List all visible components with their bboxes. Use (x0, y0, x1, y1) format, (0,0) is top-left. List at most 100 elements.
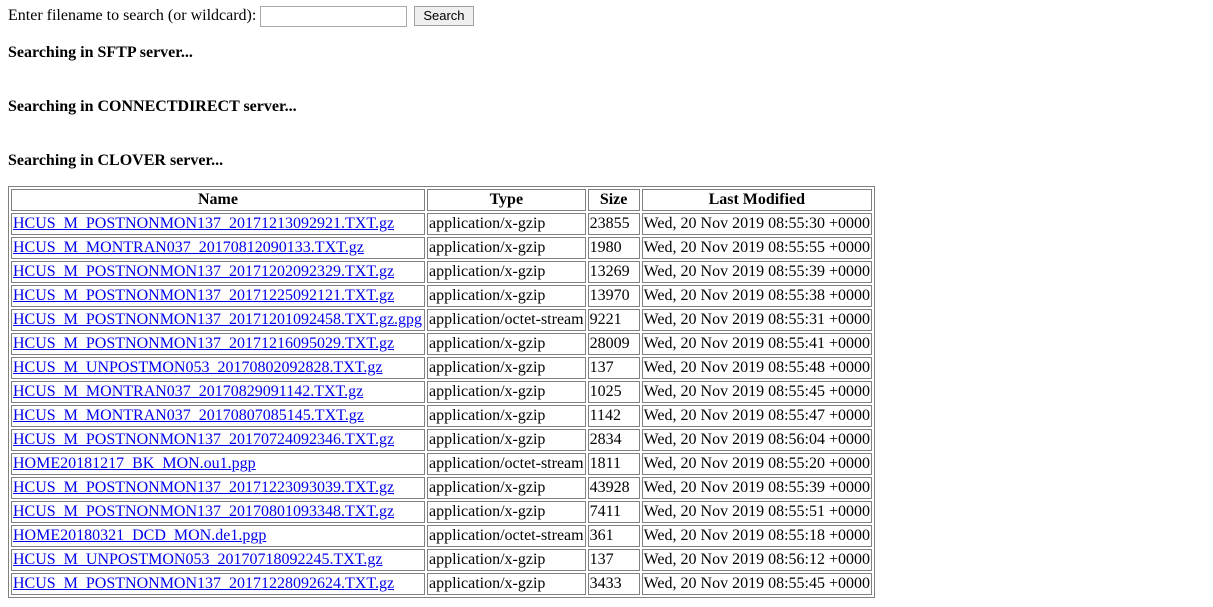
cell-size: 13269 (587, 261, 640, 283)
cell-size: 2834 (587, 429, 640, 451)
cell-type: application/x-gzip (427, 213, 586, 235)
cell-last-modified: Wed, 20 Nov 2019 08:55:51 +0000 (641, 501, 872, 523)
file-link[interactable]: HCUS_M_POSTNONMON137_20171228092624.TXT.… (13, 575, 394, 592)
table-row: HOME20180321_DCD_MON.de1.pgp application/… (11, 525, 872, 547)
cell-last-modified: Wed, 20 Nov 2019 08:55:30 +0000 (641, 213, 872, 235)
table-row: HCUS_M_POSTNONMON137_20171202092329.TXT.… (11, 261, 872, 283)
cell-size: 1980 (587, 237, 640, 259)
file-link[interactable]: HCUS_M_POSTNONMON137_20171202092329.TXT.… (13, 263, 394, 280)
search-row: Enter filename to search (or wildcard): … (8, 4, 474, 28)
cell-last-modified: Wed, 20 Nov 2019 08:56:12 +0000 (641, 549, 872, 571)
cell-size: 13970 (587, 285, 640, 307)
cell-name: HCUS_M_POSTNONMON137_20171202092329.TXT.… (11, 261, 425, 283)
cell-name: HCUS_M_MONTRAN037_20170829091142.TXT.gz (11, 381, 425, 403)
cell-name: HOME20181217_BK_MON.ou1.pgp (11, 453, 425, 475)
table-row: HCUS_M_POSTNONMON137_20171216095029.TXT.… (11, 333, 872, 355)
cell-type: application/x-gzip (427, 261, 586, 283)
file-link[interactable]: HOME20181217_BK_MON.ou1.pgp (13, 455, 256, 472)
file-link[interactable]: HCUS_M_POSTNONMON137_20171201092458.TXT.… (13, 311, 422, 328)
table-row: HCUS_M_POSTNONMON137_20171228092624.TXT.… (11, 573, 872, 595)
search-label: Enter filename to search (or wildcard): (8, 7, 257, 24)
cell-last-modified: Wed, 20 Nov 2019 08:55:31 +0000 (641, 309, 872, 331)
file-link[interactable]: HCUS_M_MONTRAN037_20170829091142.TXT.gz (13, 383, 363, 400)
header-last-modified: Last Modified (641, 189, 872, 211)
cell-name: HCUS_M_POSTNONMON137_20170801093348.TXT.… (11, 501, 425, 523)
file-link[interactable]: HCUS_M_UNPOSTMON053_20170718092245.TXT.g… (13, 551, 383, 568)
file-link[interactable]: HCUS_M_MONTRAN037_20170812090133.TXT.gz (13, 239, 364, 256)
cell-type: application/x-gzip (427, 573, 586, 595)
file-link[interactable]: HCUS_M_UNPOSTMON053_20170802092828.TXT.g… (13, 359, 383, 376)
cell-name: HCUS_M_POSTNONMON137_20171228092624.TXT.… (11, 573, 425, 595)
cell-last-modified: Wed, 20 Nov 2019 08:55:45 +0000 (641, 381, 872, 403)
cell-last-modified: Wed, 20 Nov 2019 08:55:55 +0000 (641, 237, 872, 259)
file-link[interactable]: HCUS_M_POSTNONMON137_20171225092121.TXT.… (13, 287, 394, 304)
cell-type: application/x-gzip (427, 333, 586, 355)
cell-last-modified: Wed, 20 Nov 2019 08:55:45 +0000 (641, 573, 872, 595)
cell-type: application/x-gzip (427, 237, 586, 259)
cell-size: 43928 (587, 477, 640, 499)
file-link[interactable]: HCUS_M_POSTNONMON137_20171213092921.TXT.… (13, 215, 394, 232)
cell-name: HCUS_M_UNPOSTMON053_20170802092828.TXT.g… (11, 357, 425, 379)
cell-name: HCUS_M_POSTNONMON137_20170724092346.TXT.… (11, 429, 425, 451)
results-table: Name Type Size Last Modified HCUS_M_POST… (8, 186, 875, 598)
cell-last-modified: Wed, 20 Nov 2019 08:55:20 +0000 (641, 453, 872, 475)
cell-last-modified: Wed, 20 Nov 2019 08:56:04 +0000 (641, 429, 872, 451)
file-link[interactable]: HCUS_M_POSTNONMON137_20170724092346.TXT.… (13, 431, 394, 448)
cell-type: application/octet-stream (427, 453, 586, 475)
cell-type: application/x-gzip (427, 357, 586, 379)
file-link[interactable]: HOME20180321_DCD_MON.de1.pgp (13, 527, 266, 544)
cell-type: application/x-gzip (427, 501, 586, 523)
cell-last-modified: Wed, 20 Nov 2019 08:55:41 +0000 (641, 333, 872, 355)
search-input[interactable] (260, 5, 408, 27)
cell-size: 23855 (587, 213, 640, 235)
cell-last-modified: Wed, 20 Nov 2019 08:55:47 +0000 (641, 405, 872, 427)
status-sftp: Searching in SFTP server... (8, 44, 193, 61)
cell-name: HCUS_M_POSTNONMON137_20171213092921.TXT.… (11, 213, 425, 235)
cell-name: HCUS_M_POSTNONMON137_20171223093039.TXT.… (11, 477, 425, 499)
table-row: HCUS_M_MONTRAN037_20170807085145.TXT.gz a… (11, 405, 872, 427)
status-connectdirect: Searching in CONNECTDIRECT server... (8, 98, 297, 115)
status-clover: Searching in CLOVER server... (8, 152, 224, 169)
header-type: Type (427, 189, 586, 211)
cell-size: 361 (587, 525, 640, 547)
cell-size: 9221 (587, 309, 640, 331)
cell-size: 137 (587, 357, 640, 379)
file-link[interactable]: HCUS_M_MONTRAN037_20170807085145.TXT.gz (13, 407, 364, 424)
cell-type: application/x-gzip (427, 477, 586, 499)
table-row: HCUS_M_POSTNONMON137_20171223093039.TXT.… (11, 477, 872, 499)
file-link[interactable]: HCUS_M_POSTNONMON137_20170801093348.TXT.… (13, 503, 394, 520)
cell-type: application/x-gzip (427, 429, 586, 451)
table-row: HOME20181217_BK_MON.ou1.pgp application/o… (11, 453, 872, 475)
cell-type: application/x-gzip (427, 405, 586, 427)
cell-last-modified: Wed, 20 Nov 2019 08:55:48 +0000 (641, 357, 872, 379)
search-button[interactable]: Search (414, 6, 474, 26)
cell-last-modified: Wed, 20 Nov 2019 08:55:38 +0000 (641, 285, 872, 307)
cell-last-modified: Wed, 20 Nov 2019 08:55:39 +0000 (641, 261, 872, 283)
results-body: HCUS_M_POSTNONMON137_20171213092921.TXT.… (11, 213, 872, 595)
cell-name: HOME20180321_DCD_MON.de1.pgp (11, 525, 425, 547)
cell-size: 1025 (587, 381, 640, 403)
table-row: HCUS_M_POSTNONMON137_20171225092121.TXT.… (11, 285, 872, 307)
table-row: HCUS_M_POSTNONMON137_20170724092346.TXT.… (11, 429, 872, 451)
header-size: Size (587, 189, 640, 211)
file-link[interactable]: HCUS_M_POSTNONMON137_20171223093039.TXT.… (13, 479, 394, 496)
cell-type: application/x-gzip (427, 381, 586, 403)
table-row: HCUS_M_POSTNONMON137_20170801093348.TXT.… (11, 501, 872, 523)
cell-name: HCUS_M_POSTNONMON137_20171225092121.TXT.… (11, 285, 425, 307)
cell-size: 1142 (587, 405, 640, 427)
cell-size: 1811 (587, 453, 640, 475)
cell-type: application/x-gzip (427, 549, 586, 571)
page: Enter filename to search (or wildcard): … (0, 0, 1213, 607)
cell-type: application/octet-stream (427, 309, 586, 331)
file-link[interactable]: HCUS_M_POSTNONMON137_20171216095029.TXT.… (13, 335, 394, 352)
table-row: HCUS_M_POSTNONMON137_20171201092458.TXT.… (11, 309, 872, 331)
cell-type: application/octet-stream (427, 525, 586, 547)
header-name: Name (11, 189, 425, 211)
cell-name: HCUS_M_UNPOSTMON053_20170718092245.TXT.g… (11, 549, 425, 571)
table-row: HCUS_M_UNPOSTMON053_20170718092245.TXT.g… (11, 549, 872, 571)
cell-type: application/x-gzip (427, 285, 586, 307)
cell-size: 3433 (587, 573, 640, 595)
cell-name: HCUS_M_POSTNONMON137_20171201092458.TXT.… (11, 309, 425, 331)
cell-size: 137 (587, 549, 640, 571)
cell-last-modified: Wed, 20 Nov 2019 08:55:39 +0000 (641, 477, 872, 499)
